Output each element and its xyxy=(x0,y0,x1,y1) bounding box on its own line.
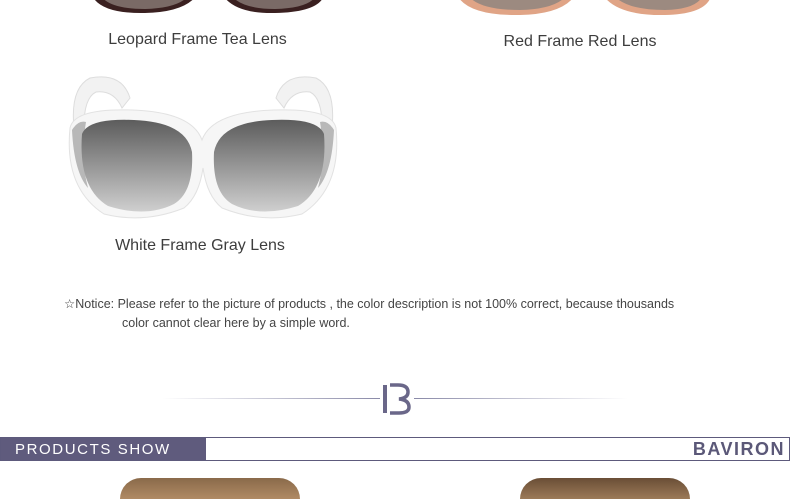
brand-name: BAVIRON xyxy=(692,439,785,459)
model-photo-left xyxy=(120,478,300,499)
white-glasses-image xyxy=(62,68,344,228)
brand-logo-icon xyxy=(382,382,412,416)
product-caption-white: White Frame Gray Lens xyxy=(115,237,285,254)
model-photo-right xyxy=(520,478,690,499)
divider-line-right xyxy=(414,398,628,399)
product-caption-leopard: Leopard Frame Tea Lens xyxy=(108,31,287,48)
products-show-tab: PRODUCTS SHOW xyxy=(1,438,206,460)
notice-line-1: Notice: Please refer to the picture of p… xyxy=(75,297,675,311)
notice-line-2: color cannot clear here by a simple word… xyxy=(122,316,350,330)
product-caption-red: Red Frame Red Lens xyxy=(503,33,657,50)
leopard-glasses-image xyxy=(70,0,340,18)
star-icon: ☆ xyxy=(64,297,76,311)
color-notice: ☆Notice: Please refer to the picture of … xyxy=(64,295,744,333)
divider-line-left xyxy=(162,398,380,399)
red-glasses-image xyxy=(450,0,720,18)
products-show-bar: PRODUCTS SHOW BAVIRON xyxy=(0,437,790,461)
